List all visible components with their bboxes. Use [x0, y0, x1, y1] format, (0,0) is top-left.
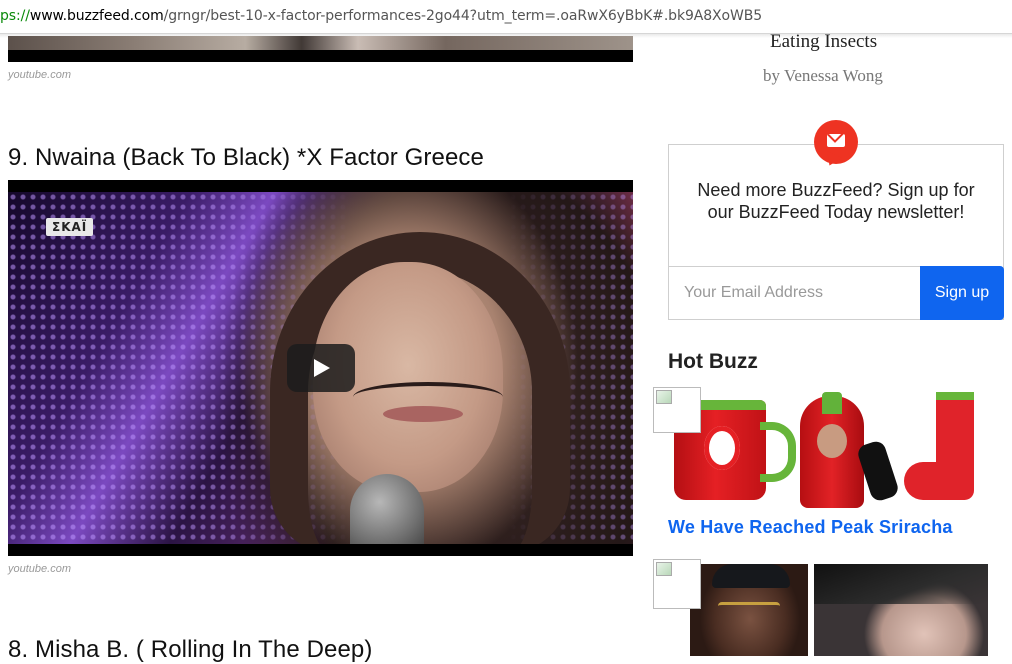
sidebar-article-byline: by Venessa Wong	[763, 66, 883, 85]
hot-buzz-item-2-image[interactable]	[690, 564, 988, 656]
broken-image-icon	[653, 559, 701, 609]
envelope-icon	[814, 120, 858, 164]
newsletter-prompt: Need more BuzzFeed? Sign up for our Buzz…	[697, 180, 975, 222]
person-1-photo	[690, 564, 808, 656]
play-icon	[314, 359, 330, 377]
video-embed-item-9[interactable]: ΣΚΑΪ	[8, 180, 633, 556]
previous-video-frame	[8, 36, 633, 50]
sock-foot	[904, 462, 974, 500]
list-item-9-title: 9. Nwaina (Back To Black) *X Factor Gree…	[8, 144, 484, 171]
person-1-glasses	[718, 602, 780, 621]
previous-video-embed[interactable]	[8, 36, 633, 62]
sidebar-article-title[interactable]: Eating Insects	[770, 31, 877, 53]
address-bar[interactable]: ps://www.buzzfeed.com/grngr/best-10-x-fa…	[0, 0, 1012, 34]
sock-leg	[936, 392, 974, 470]
url-path: /grngr/best-10-x-factor-performances-2go…	[163, 8, 763, 24]
url-domain: www.buzzfeed.com	[29, 8, 164, 24]
hot-buzz-item-1-image[interactable]	[668, 392, 988, 510]
person-2-hair	[814, 564, 988, 604]
signup-button[interactable]: Sign up	[920, 266, 1004, 320]
hot-buzz-heading: Hot Buzz	[668, 350, 758, 373]
email-field[interactable]	[668, 266, 920, 320]
microphone-icon	[350, 474, 424, 544]
person-2-photo	[814, 564, 988, 656]
sriracha-sock-image	[904, 392, 984, 510]
broken-image-icon	[653, 387, 701, 433]
url-scheme: ps://	[0, 8, 30, 24]
url-text[interactable]: ps://www.buzzfeed.com/grngr/best-10-x-fa…	[0, 8, 762, 24]
play-button[interactable]	[287, 344, 355, 392]
list-item-8-title: 8. Misha B. ( Rolling In The Deep)	[8, 636, 373, 663]
item-9-source[interactable]: youtube.com	[8, 563, 71, 575]
thumbnail-mouth	[383, 406, 463, 422]
envelope-glyph	[827, 134, 845, 147]
hot-buzz-item-1-link[interactable]: We Have Reached Peak Sriracha	[668, 517, 953, 538]
channel-logo: ΣΚΑΪ	[46, 218, 94, 236]
previous-video-source[interactable]: youtube.com	[8, 69, 71, 81]
sriracha-costume-image	[800, 392, 864, 508]
person-1-cap	[712, 564, 790, 588]
costume-face	[817, 424, 847, 458]
mug-label	[704, 426, 740, 470]
